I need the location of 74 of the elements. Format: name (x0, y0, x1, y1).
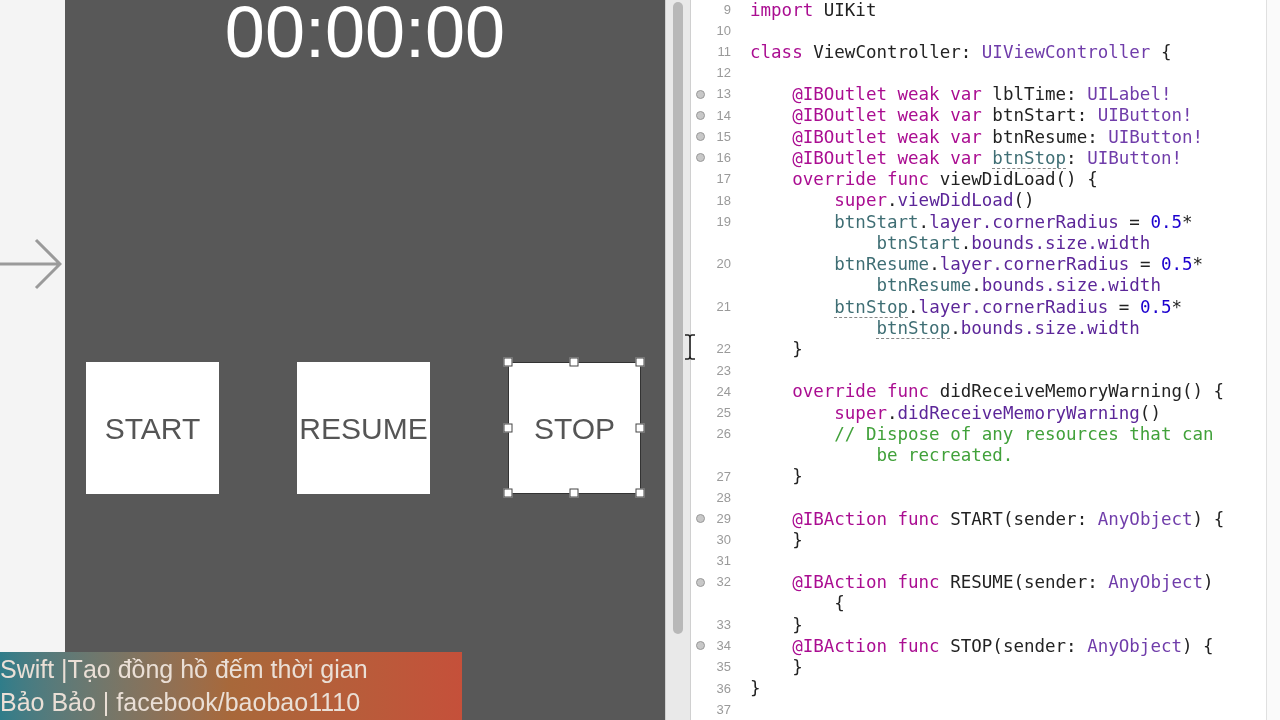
line-number: 31 (715, 552, 731, 571)
caption-text: Bảo Bảo | facebook/baobao1110 (0, 687, 362, 718)
line-number: 20 (715, 255, 731, 274)
code-line: override func didReceiveMemoryWarning() { (791, 380, 1225, 404)
line-number: 29 (715, 509, 731, 528)
line-number: 17 (715, 170, 731, 189)
line-number: 10 (715, 22, 731, 40)
code-line: } (791, 529, 803, 552)
timer-label: 00:00:00 (224, 0, 506, 64)
code-line: } (791, 613, 803, 637)
line-number: 34 (715, 637, 731, 656)
line-number: 24 (715, 382, 731, 401)
storyboard-button[interactable]: STOP (508, 362, 641, 494)
code-line: btnStart.bounds.size.width (875, 232, 1151, 255)
code-line: btnResume.bounds.size.width (875, 274, 1161, 298)
code-line: @IBAction func RESUME(sender: AnyObject) (791, 571, 1214, 594)
line-number: 26 (715, 425, 731, 444)
line-number: 23 (715, 361, 731, 380)
code-line: } (749, 677, 761, 701)
code-line: super.viewDidLoad() (833, 189, 1035, 213)
line-number: 30 (715, 531, 731, 550)
line-number: 12 (715, 64, 731, 83)
line-number: 35 (715, 658, 731, 677)
line-number: 25 (715, 403, 731, 422)
resize-handle[interactable] (635, 488, 645, 498)
line-number: 33 (715, 615, 731, 634)
line-number: 18 (715, 191, 731, 210)
resize-handle[interactable] (635, 423, 645, 433)
code-line: btnStop.bounds.size.width (875, 317, 1140, 341)
line-number: 21 (715, 297, 731, 316)
line-number: 19 (715, 212, 731, 231)
entry-arrow-icon (0, 236, 62, 292)
line-number: 22 (715, 340, 731, 359)
resize-handle[interactable] (569, 357, 579, 367)
line-number: 37 (715, 700, 731, 719)
code-line: @IBOutlet weak var btnStop: UIButton! (791, 147, 1182, 171)
line-number: 32 (715, 573, 731, 592)
line-number: 36 (715, 679, 731, 698)
resize-handle[interactable] (635, 357, 645, 367)
code-line: btnResume.layer.cornerRadius = 0.5* (833, 253, 1204, 276)
code-line: @IBAction func STOP(sender: AnyObject) { (791, 634, 1214, 658)
code-line: @IBOutlet weak var lblTime: UILabel! (791, 83, 1172, 106)
line-number: 9 (722, 0, 731, 19)
storyboard-button[interactable]: RESUME (297, 362, 430, 494)
code-line: class ViewController: UIViewController { (749, 40, 1172, 64)
code-line: import UIKit (749, 0, 877, 22)
code-line: override func viewDidLoad() { (791, 168, 1098, 191)
code-line: be recreated. (875, 444, 1014, 467)
code-line: } (791, 338, 803, 361)
line-number: 11 (716, 43, 731, 62)
line-number: 27 (715, 467, 731, 486)
resize-handle[interactable] (503, 488, 513, 498)
code-line: @IBOutlet weak var btnResume: UIButton! (791, 125, 1204, 149)
text-cursor-icon (684, 334, 696, 360)
line-number: 13 (715, 85, 731, 104)
code-line: { (833, 592, 845, 616)
caption-text: Swift |Tạo đồng hồ đếm thời gian (0, 654, 369, 685)
code-line: } (791, 656, 803, 679)
resize-handle[interactable] (569, 488, 579, 498)
code-line: btnStop.layer.cornerRadius = 0.5* (833, 295, 1183, 320)
storyboard-button[interactable]: START (86, 362, 219, 494)
code-line: @IBAction func START(sender: AnyObject) { (791, 507, 1225, 531)
code-line: // Dispose of any resources that can (833, 423, 1214, 446)
code-line: @IBOutlet weak var btnStart: UIButton! (791, 104, 1193, 128)
code-line: btnStart.layer.cornerRadius = 0.5* (833, 210, 1193, 234)
code-line: } (791, 465, 803, 489)
line-number: 14 (715, 106, 731, 125)
scrollbar[interactable] (673, 2, 683, 634)
line-number: 28 (715, 488, 731, 507)
line-number: 16 (715, 149, 731, 168)
resize-handle[interactable] (503, 357, 513, 367)
code-line: super.didReceiveMemoryWarning() (833, 401, 1161, 425)
resize-handle[interactable] (503, 423, 513, 433)
line-number: 15 (715, 127, 731, 146)
